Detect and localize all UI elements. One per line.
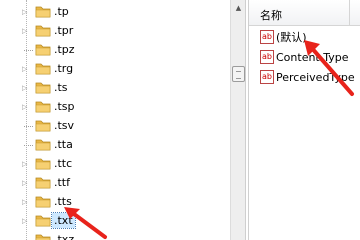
folder-icon — [35, 44, 51, 56]
annotation-arrow-icon — [304, 40, 354, 96]
tree-item[interactable]: .tta — [0, 135, 228, 155]
folder-icon — [35, 120, 51, 132]
registry-values-pane: 名称 ab (默认) ab Content Type ab PerceivedType — [248, 0, 360, 240]
folder-icon — [35, 25, 51, 37]
ab-string-icon: ab — [260, 70, 274, 84]
expand-arrow-icon[interactable]: ▷ — [22, 27, 29, 36]
tree-item[interactable]: ▷ .tpr — [0, 21, 228, 41]
annotation-arrow-icon — [64, 207, 107, 239]
tree-item-label: .tpr — [54, 24, 74, 37]
folder-icon — [35, 234, 51, 240]
tree-item[interactable]: ▷ .ts — [0, 78, 228, 98]
tree-item[interactable]: .tsv — [0, 116, 228, 136]
column-header-name[interactable]: 名称 — [249, 0, 360, 26]
tree-item-label: .tsv — [54, 119, 75, 132]
scroll-up-arrow-icon[interactable]: ▲ — [231, 0, 246, 16]
tree-item[interactable]: ▷ .ttf — [0, 173, 228, 193]
tree-item[interactable]: ▷ .tsp — [0, 97, 228, 117]
folder-icon — [35, 63, 51, 75]
folder-icon — [35, 139, 51, 151]
tree-item[interactable]: ▷ .ttc — [0, 154, 228, 174]
tree-item-label: .ttf — [54, 176, 70, 189]
ab-string-icon: ab — [260, 50, 274, 64]
expand-arrow-icon[interactable]: ▷ — [22, 160, 29, 169]
tree-item-label: .ts — [54, 81, 68, 94]
expand-arrow-icon[interactable]: ▷ — [22, 8, 29, 17]
tree-item-label: .tpz — [54, 43, 75, 56]
tree-connector-line — [24, 126, 33, 127]
tree-scrollbar[interactable]: ▲ — [230, 0, 246, 240]
tree-item[interactable]: .tpz — [0, 40, 228, 60]
tree-connector-line — [24, 145, 33, 146]
column-divider[interactable] — [349, 0, 350, 26]
tree-item-label: .tsp — [54, 100, 75, 113]
ab-string-icon: ab — [260, 30, 274, 44]
expand-arrow-icon[interactable]: ▷ — [22, 103, 29, 112]
folder-icon — [35, 215, 51, 227]
expand-arrow-icon[interactable]: ▷ — [22, 198, 29, 207]
tree-item-label: .tp — [54, 5, 69, 18]
folder-icon — [35, 158, 51, 170]
expand-arrow-icon[interactable]: ▷ — [22, 84, 29, 93]
folder-icon — [35, 101, 51, 113]
tree-item-label: .trg — [54, 62, 74, 75]
scroll-thumb[interactable] — [232, 66, 245, 82]
tree-item-label: .tta — [54, 138, 73, 151]
folder-icon — [35, 6, 51, 18]
tree-item-label: .ttc — [54, 157, 73, 170]
tree-connector-line — [24, 50, 33, 51]
tree-item[interactable]: ▷ .tp — [0, 2, 228, 22]
registry-key-tree: ▷ .tp ▷ .tpr .tpz ▷ .trg ▷ .ts ▷ .tsp .tsv .tta ▷ .ttc… — [0, 0, 230, 240]
folder-icon — [35, 82, 51, 94]
tree-item[interactable]: ▷ .trg — [0, 59, 228, 79]
expand-arrow-icon[interactable]: ▷ — [22, 217, 29, 226]
folder-icon — [35, 196, 51, 208]
column-header-name-label: 名称 — [260, 9, 282, 22]
expand-arrow-icon[interactable]: ▷ — [22, 65, 29, 74]
expand-arrow-icon[interactable]: ▷ — [22, 179, 29, 188]
folder-icon — [35, 177, 51, 189]
